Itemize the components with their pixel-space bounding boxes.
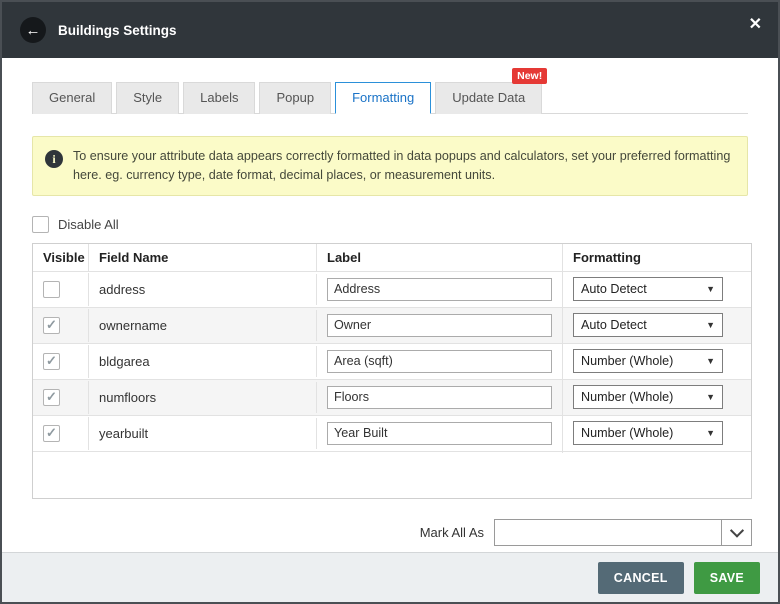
dialog-title: Buildings Settings bbox=[58, 22, 177, 38]
chevron-down-icon bbox=[729, 523, 744, 538]
field-name: numfloors bbox=[89, 381, 317, 413]
tab-formatting[interactable]: Formatting bbox=[335, 82, 432, 114]
field-name: bldgarea bbox=[89, 345, 317, 377]
dialog-footer: CANCEL SAVE bbox=[2, 552, 778, 602]
label-input[interactable] bbox=[327, 277, 552, 301]
formatting-notice: i To ensure your attribute data appears … bbox=[32, 136, 748, 196]
disable-all-label: Disable All bbox=[58, 216, 119, 232]
table-row: ✓ ownername Auto Detect ▼ bbox=[33, 305, 751, 345]
tab-style[interactable]: Style bbox=[116, 82, 180, 114]
dialog-content: General Style Labels Popup Formatting Up… bbox=[2, 58, 778, 552]
notice-text: To ensure your attribute data appears co… bbox=[73, 149, 731, 182]
formatting-select-value: Auto Detect bbox=[581, 318, 647, 333]
info-icon: i bbox=[45, 150, 63, 168]
field-name: ownername bbox=[89, 309, 317, 341]
column-header-visible: Visible bbox=[33, 243, 89, 271]
visible-checkbox[interactable]: ✓ bbox=[43, 424, 60, 442]
table-row: ✓ numfloors Number (Whole) ▼ bbox=[33, 377, 751, 417]
formatting-select[interactable]: Auto Detect ▼ bbox=[573, 277, 723, 302]
label-input[interactable] bbox=[327, 385, 552, 409]
mark-all-dropdown-button[interactable] bbox=[721, 519, 751, 545]
column-header-field-name: Field Name bbox=[89, 243, 317, 271]
table-row: ✓ yearbuilt Number (Whole) ▼ bbox=[33, 413, 751, 453]
field-name: yearbuilt bbox=[89, 417, 317, 449]
new-badge: New! bbox=[512, 68, 548, 84]
visible-checkbox[interactable]: ✓ bbox=[43, 388, 60, 406]
mark-all-dropdown[interactable] bbox=[494, 518, 752, 546]
label-input[interactable] bbox=[327, 313, 552, 337]
table-empty-space bbox=[33, 452, 751, 498]
mark-all-row: Mark All As bbox=[32, 518, 752, 546]
mark-all-label: Mark All As bbox=[419, 524, 484, 540]
table-row: ✓ bldgarea Number (Whole) ▼ bbox=[33, 341, 751, 381]
chevron-down-icon: ▼ bbox=[706, 392, 715, 403]
tab-general[interactable]: General bbox=[32, 82, 113, 114]
chevron-down-icon: ▼ bbox=[706, 320, 715, 331]
disable-all-checkbox[interactable]: ✓ bbox=[32, 215, 49, 233]
dialog-header: ← Buildings Settings ✕ bbox=[2, 2, 778, 58]
cancel-button[interactable]: CANCEL bbox=[597, 561, 684, 594]
table-row: ✓ address Auto Detect ▼ bbox=[33, 269, 751, 309]
tab-labels[interactable]: Labels bbox=[183, 82, 256, 114]
column-header-label: Label bbox=[317, 243, 563, 271]
chevron-down-icon: ▼ bbox=[706, 356, 715, 367]
visible-checkbox[interactable]: ✓ bbox=[43, 280, 60, 298]
visible-checkbox[interactable]: ✓ bbox=[43, 316, 60, 334]
formatting-select[interactable]: Number (Whole) ▼ bbox=[573, 349, 723, 374]
tab-update-data[interactable]: Update Data New! bbox=[435, 68, 548, 114]
formatting-select-value: Number (Whole) bbox=[581, 426, 674, 441]
mark-all-dropdown-value bbox=[495, 520, 721, 545]
formatting-select-value: Number (Whole) bbox=[581, 354, 674, 369]
save-button[interactable]: SAVE bbox=[693, 561, 760, 594]
table-header-row: Visible Field Name Label Formatting bbox=[33, 243, 751, 272]
formatting-select[interactable]: Number (Whole) ▼ bbox=[573, 385, 723, 410]
formatting-select[interactable]: Number (Whole) ▼ bbox=[573, 421, 723, 446]
label-input[interactable] bbox=[327, 349, 552, 373]
back-arrow-icon[interactable]: ← bbox=[20, 17, 46, 43]
tab-update-data-label: Update Data bbox=[452, 90, 526, 105]
fields-table: Visible Field Name Label Formatting ✓ ad… bbox=[32, 242, 752, 499]
label-input[interactable] bbox=[327, 421, 552, 445]
disable-all-row: ✓ Disable All bbox=[32, 215, 748, 233]
formatting-select-value: Number (Whole) bbox=[581, 390, 674, 405]
tab-bar: General Style Labels Popup Formatting Up… bbox=[32, 68, 748, 114]
close-icon[interactable]: ✕ bbox=[749, 14, 762, 34]
field-name: address bbox=[89, 273, 317, 305]
column-header-formatting: Formatting bbox=[573, 249, 641, 265]
chevron-down-icon: ▼ bbox=[706, 284, 715, 295]
buildings-settings-dialog: ← Buildings Settings ✕ General Style Lab… bbox=[0, 0, 780, 604]
visible-checkbox[interactable]: ✓ bbox=[43, 352, 60, 370]
formatting-select-value: Auto Detect bbox=[581, 282, 647, 297]
formatting-select[interactable]: Auto Detect ▼ bbox=[573, 313, 723, 338]
chevron-down-icon: ▼ bbox=[706, 428, 715, 439]
tab-popup[interactable]: Popup bbox=[259, 82, 332, 114]
